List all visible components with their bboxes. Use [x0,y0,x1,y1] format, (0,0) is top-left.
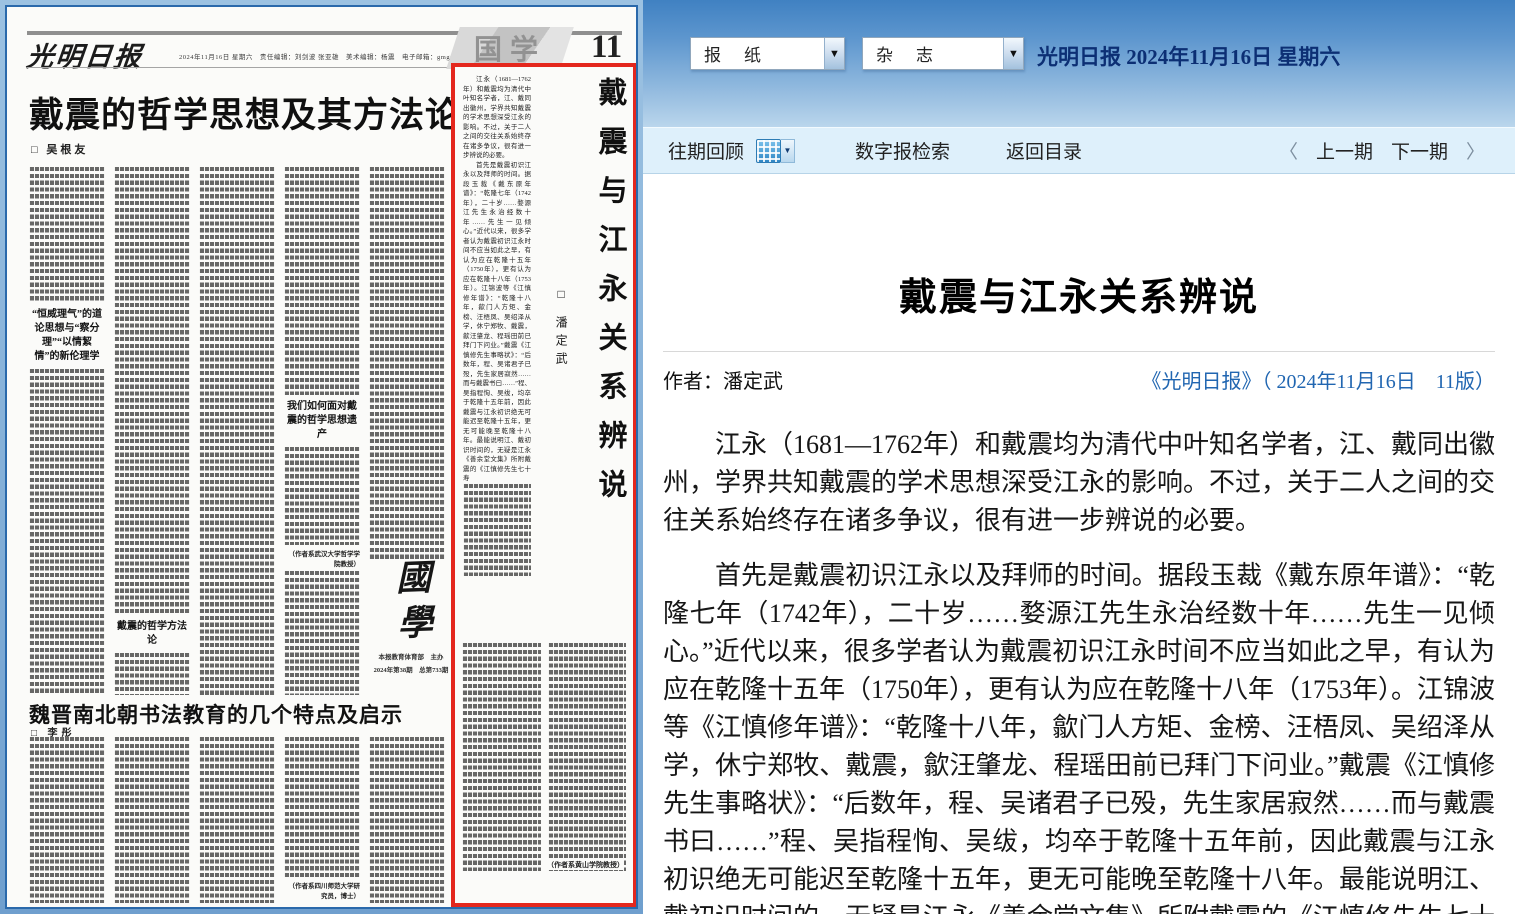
magazine-select[interactable]: 杂 志 ▼ [862,37,1024,70]
calendar-dropdown-icon[interactable]: ▼ [781,139,795,163]
main-article-subhead-2: 戴震的哲学方法论 [114,615,190,653]
article-paragraph: 首先是戴震初识江永以及拜师的时间。据段玉裁《戴东原年谱》：“乾隆七年（1742年… [663,557,1495,914]
article-source: 《光明日报》（ 2024年11月16日 11版） [1141,365,1495,394]
panel-header: 报 纸 ▼ 杂 志 ▼ 光明日报 2024年11月16日 星期六 [643,0,1515,127]
page-scan-panel[interactable]: 光明日报 2024年11月16日 星期六 责任编辑：刘剑波 张亚雄 美术编辑：杨… [0,0,643,914]
seal-caption-2: 2024年第38期 总第733期 [374,666,449,675]
chevron-down-icon[interactable]: ▼ [824,38,844,69]
text-column [29,737,105,903]
text-lines [199,167,275,695]
article-author: 作者：潘定武 [663,365,783,394]
text-lines [284,737,360,877]
highlight-vertical-author: □ 潘定武 [553,287,570,370]
toolbar: 往期回顾 ▼ 数字报检索 返回目录 〈 上一期 下一期 〉 [643,127,1515,174]
article-meta: 作者：潘定武 《光明日报》（ 2024年11月16日 11版） [663,365,1495,394]
text-lines [114,653,190,695]
article-panel: 报 纸 ▼ 杂 志 ▼ 光明日报 2024年11月16日 星期六 往期回顾 ▼ … [643,0,1515,914]
highlight-paragraph: 首先是戴震初识江永以及拜师的时间。据段玉裁《戴东原年谱》：“乾隆七年（1742年… [463,161,531,484]
text-column: “恒威理气”的道论思想与“察分理”“以情絜情”的新伦理学 [29,167,105,695]
text-lines [114,737,190,903]
text-column: （作者系四川师范大学研究员，博士） [284,737,360,903]
text-lines [284,167,360,395]
newspaper-reader: 光明日报 2024年11月16日 星期六 责任编辑：刘剑波 张亚雄 美术编辑：杨… [0,0,1515,914]
main-article-subhead-3: 我们如何面对戴震的哲学思想遗产 [284,395,360,447]
page-number: 11 [591,29,622,66]
text-lines [369,737,445,903]
highlighted-article-box[interactable]: 江永（1681—1762年）和戴震均为清代中叶知名学者，江、戴同出徽州，学界共知… [451,63,637,907]
text-column [199,167,275,695]
text-column [114,737,190,903]
main-article-subhead-1: “恒威理气”的道论思想与“察分理”“以情絜情”的新伦理学 [29,303,105,369]
main-article-endnote: （作者系武汉大学哲学学院教授） [284,545,360,571]
newspaper-page: 光明日报 2024年11月16日 星期六 责任编辑：刘剑波 张亚雄 美术编辑：杨… [5,5,638,909]
newspaper-logo: 光明日报 [25,35,145,74]
bottom-article-columns: （作者系四川师范大学研究员，博士） [29,737,445,903]
text-lines [548,643,627,871]
chevron-down-icon[interactable]: ▼ [1003,38,1023,69]
article-body: 江永（1681—1762年）和戴震均为清代中叶知名学者，江、戴同出徽州，学界共知… [663,426,1495,914]
highlight-mid: □ 潘定武 [531,75,592,639]
text-lines [114,167,190,615]
calendar-picker[interactable]: ▼ [756,139,795,163]
text-lines [29,737,105,903]
text-lines [462,643,541,871]
main-article-headline: 戴震的哲学思想及其方法论 [29,87,453,138]
calendar-icon[interactable] [756,139,781,163]
highlight-paragraph: 江永（1681—1762年）和戴震均为清代中叶知名学者，江、戴同出徽州，学界共知… [463,75,531,161]
bottom-article-endnote: （作者系四川师范大学研究员，博士） [284,877,360,903]
next-issue-link[interactable]: 下一期 [1391,137,1448,164]
article-title: 戴震与江永关系辨说 [663,266,1495,321]
back-to-contents-link[interactable]: 返回目录 [1006,137,1082,164]
main-article-author: □ 吴根友 [31,141,88,157]
text-lines [29,167,105,303]
text-column [369,737,445,903]
highlight-vertical-title: 戴震与江永关系辨说 [592,77,627,639]
text-lines [284,447,360,545]
newspaper-select-value: 报 纸 [691,38,824,69]
text-column: 我们如何面对戴震的哲学思想遗产 （作者系武汉大学哲学学院教授） [284,167,360,695]
text-column: 戴震的哲学方法论 [114,167,190,695]
guoxue-seal-block: 國學 本报教育体育部 主办 2024年第38期 总第733期 [367,559,455,697]
issue-date-title: 光明日报 2024年11月16日 星期六 [1037,41,1340,71]
highlight-text-column: 江永（1681—1762年）和戴震均为清代中叶知名学者，江、戴同出徽州，学界共知… [463,75,531,639]
text-column [199,737,275,903]
text-lines [29,369,105,695]
text-lines [463,484,531,576]
prev-arrow-icon[interactable]: 〈 [1279,137,1298,164]
highlight-endnote: （作者系黄山学院教授） [543,860,624,870]
section-label: 国学 [474,28,546,68]
bottom-article-headline: 魏晋南北朝书法教育的几个特点及启示 [29,699,403,729]
highlight-top: 江永（1681—1762年）和戴震均为清代中叶知名学者，江、戴同出徽州，学界共知… [455,67,633,639]
text-lines [199,737,275,903]
title-divider [663,351,1495,352]
newspaper-select[interactable]: 报 纸 ▼ [690,37,845,70]
highlight-bottom: （作者系黄山学院教授） [455,639,633,875]
article-content: 戴震与江永关系辨说 作者：潘定武 《光明日报》（ 2024年11月16日 11版… [643,266,1515,914]
guoxue-seal: 國學 [392,558,430,649]
magazine-select-value: 杂 志 [863,38,1003,69]
seal-caption-1: 本报教育体育部 主办 [379,653,444,662]
back-issues-link[interactable]: 往期回顾 [668,137,744,164]
issue-pager: 〈 上一期 下一期 〉 [1279,137,1515,164]
article-paragraph: 江永（1681—1762年）和戴震均为清代中叶知名学者，江、戴同出徽州，学界共知… [663,426,1495,540]
next-arrow-icon[interactable]: 〉 [1466,137,1485,164]
prev-issue-link[interactable]: 上一期 [1316,137,1373,164]
digital-search-link[interactable]: 数字报检索 [855,137,950,164]
text-lines [284,571,360,695]
